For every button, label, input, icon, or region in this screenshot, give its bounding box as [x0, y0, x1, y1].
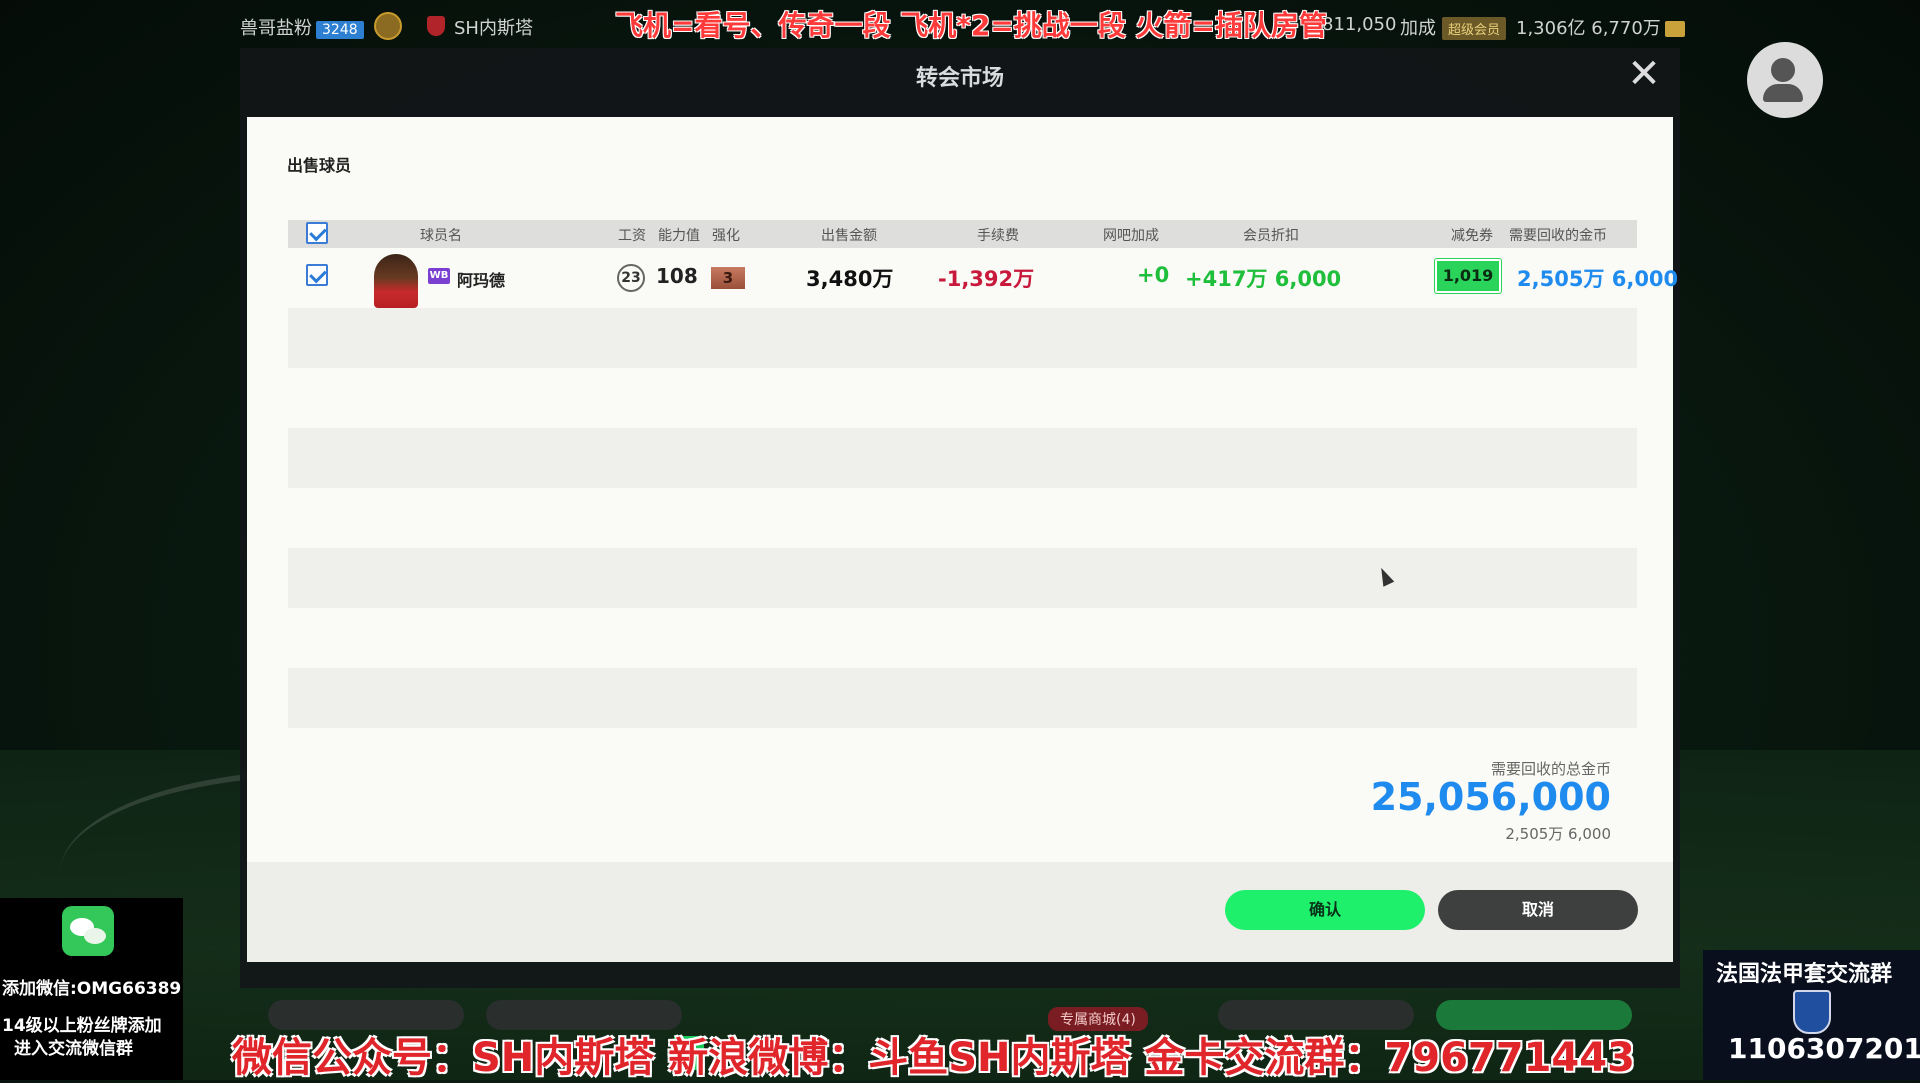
sell-player-dialog: 出售球员 球员名 工资 能力值 强化 出售金额 手续费 网吧加成 会员折扣 减免… — [247, 117, 1678, 962]
group-number: 1106307201 — [1728, 1032, 1920, 1065]
wechat-icon — [62, 906, 114, 956]
enhance-badge: 3 — [711, 267, 745, 289]
gold-info: 1,306亿 6,770万 — [1516, 14, 1685, 40]
gold-coin-icon — [1664, 21, 1685, 37]
table-header: 球员名 工资 能力值 强化 出售金额 手续费 网吧加成 会员折扣 减免券 需要回… — [288, 220, 1637, 248]
col-voucher: 减免券 — [1451, 228, 1493, 244]
total-amount-short: 2,505万 6,000 — [1505, 825, 1611, 843]
friends-avatar-icon[interactable] — [1747, 42, 1823, 118]
confirm-button[interactable]: 确认 — [1225, 890, 1425, 930]
col-name: 球员名 — [420, 228, 462, 244]
bonus-label: 加成 — [1400, 18, 1436, 39]
empty-row — [288, 368, 1637, 428]
col-cafe-bonus: 网吧加成 — [1103, 228, 1159, 244]
total-amount: 25,056,000 — [1370, 775, 1611, 819]
empty-row — [288, 668, 1637, 728]
row-checkbox[interactable] — [306, 264, 328, 286]
wechat-note-1: 14级以上粉丝牌添加 — [2, 1016, 162, 1036]
wechat-add-text: 添加微信:OMG66389 — [2, 979, 182, 999]
player-avatar — [374, 254, 418, 308]
col-enhance: 强化 — [712, 228, 740, 244]
member-discount-value: +417万 6,000 — [1185, 267, 1342, 291]
top-bar: 兽哥盐粉 3248 SH内斯塔 811,050 加成 超级会员 1,306亿 6,7… — [0, 0, 1920, 52]
close-icon[interactable]: ✕ — [1626, 54, 1662, 94]
vip-badge: 超级会员 — [1442, 17, 1507, 40]
club-name: SH内斯塔 — [454, 18, 533, 39]
col-wage: 工资 — [618, 228, 646, 244]
club-shield-icon — [427, 16, 445, 36]
fee-value: -1,392万 — [938, 267, 1035, 291]
club-crest-icon — [1793, 990, 1831, 1034]
rank-emblem-icon — [374, 12, 402, 40]
col-ovr: 能力值 — [658, 228, 700, 244]
group-title: 法国法甲套交流群 — [1716, 962, 1893, 987]
gold-amount: 1,306亿 6,770万 — [1516, 18, 1661, 39]
ovr-value: 108 — [656, 264, 698, 288]
select-all-checkbox[interactable] — [306, 222, 328, 244]
dialog-title: 出售球员 — [287, 156, 352, 175]
empty-row — [288, 488, 1637, 548]
col-price: 出售金额 — [821, 228, 877, 244]
col-total: 需要回收的金币 — [1509, 228, 1607, 244]
row-total-value: 2,505万 6,000 — [1517, 267, 1679, 291]
empty-row — [288, 428, 1637, 488]
dialog-footer: 确认 取消 — [247, 862, 1673, 962]
position-badge: WB — [428, 268, 450, 284]
stream-bottom-banner: 微信公众号：SH内斯塔 新浪微博：斗鱼SH内斯塔 金卡交流群：796771443 — [232, 1035, 1635, 1081]
player-name: 阿玛德 — [457, 271, 506, 290]
bonus-info: 加成 超级会员 — [1400, 14, 1507, 40]
wage-value: 23 — [617, 264, 645, 292]
col-fee: 手续费 — [977, 228, 1019, 244]
empty-row — [288, 548, 1637, 608]
wechat-note-2: 进入交流微信群 — [14, 1039, 133, 1059]
user-name: 兽哥盐粉 — [240, 18, 312, 39]
stream-top-banner: 飞机=看号、传奇一段 飞机*2=挑战一段 火箭=插队房管 — [615, 9, 1328, 42]
empty-row — [288, 308, 1637, 368]
cafe-bonus-value: +0 — [1137, 263, 1170, 287]
user-info: 兽哥盐粉 3248 — [240, 14, 364, 40]
cancel-button[interactable]: 取消 — [1438, 890, 1638, 930]
table-row[interactable]: WB 阿玛德 23 108 3 3,480万 -1,392万 +0 +417万 … — [288, 248, 1678, 308]
voucher-button[interactable]: 1,019 — [1435, 259, 1501, 293]
sell-price: 3,480万 — [806, 267, 894, 291]
market-title: 转会市场 — [915, 66, 1004, 91]
empty-row — [288, 608, 1637, 668]
user-level-badge: 3248 — [316, 21, 364, 39]
coins-display: 811,050 — [1322, 14, 1397, 35]
col-member-discount: 会员折扣 — [1243, 228, 1299, 244]
